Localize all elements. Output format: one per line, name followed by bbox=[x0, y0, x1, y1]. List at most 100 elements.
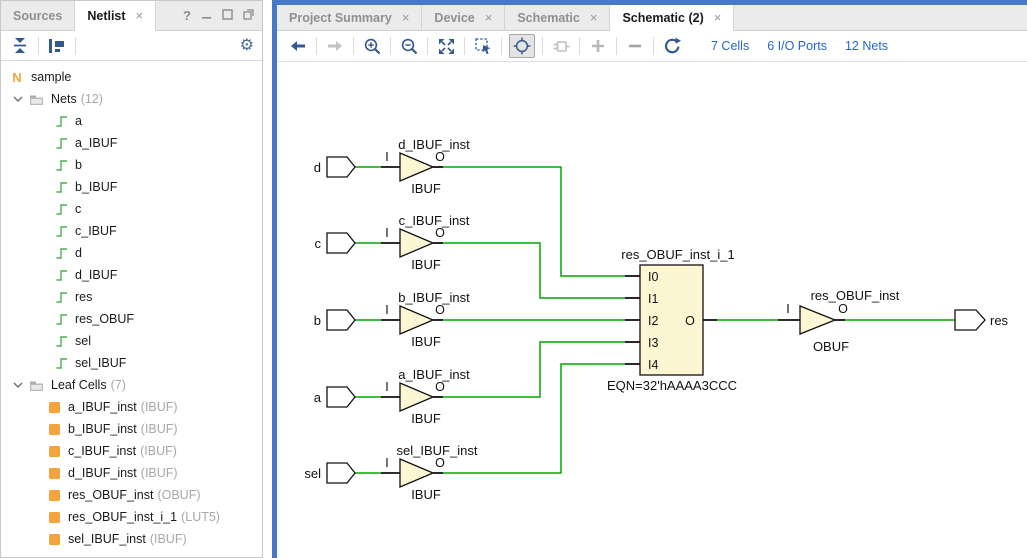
close-icon[interactable]: × bbox=[136, 8, 144, 23]
close-icon[interactable]: × bbox=[590, 10, 598, 25]
net-item[interactable]: b bbox=[1, 154, 262, 176]
cell-b-ibuf-inst[interactable] bbox=[400, 306, 433, 334]
editor-tabbar: Project Summary × Device × Schematic × S… bbox=[277, 5, 1027, 31]
port-d[interactable] bbox=[327, 157, 355, 177]
regenerate-button[interactable] bbox=[661, 35, 683, 57]
net-item[interactable]: res bbox=[1, 286, 262, 308]
left-tabbar: Sources Netlist × ? bbox=[1, 1, 262, 31]
zoom-fit-button[interactable] bbox=[435, 35, 457, 57]
cell-icon bbox=[49, 446, 60, 457]
net-item[interactable]: c_IBUF bbox=[1, 220, 262, 242]
net-icon bbox=[55, 180, 68, 194]
lut-pin-i3: I3 bbox=[648, 336, 658, 350]
port-label-d: d bbox=[314, 160, 321, 175]
net-item[interactable]: d bbox=[1, 242, 262, 264]
tab-sources[interactable]: Sources bbox=[1, 1, 75, 30]
maximize-icon[interactable] bbox=[222, 7, 233, 25]
expand-button[interactable] bbox=[587, 35, 609, 57]
tree-root-sample[interactable]: N sample bbox=[1, 66, 262, 88]
cell-a-ibuf-inst[interactable] bbox=[400, 383, 433, 411]
port-a[interactable] bbox=[327, 387, 355, 407]
schematic-toolbar: 7 Cells 6 I/O Ports 12 Nets bbox=[277, 31, 1027, 62]
net-item[interactable]: b_IBUF bbox=[1, 176, 262, 198]
autofit-selection-toggle[interactable] bbox=[509, 34, 535, 58]
net-a-ibuf[interactable] bbox=[443, 342, 625, 397]
minimize-icon[interactable] bbox=[201, 7, 212, 25]
tree-group-leaf-cells[interactable]: Leaf Cells (7) bbox=[1, 374, 262, 396]
net-item[interactable]: res_OBUF bbox=[1, 308, 262, 330]
zoom-selection-button[interactable] bbox=[472, 35, 494, 57]
net-item[interactable]: a bbox=[1, 110, 262, 132]
netlist-root-icon: N bbox=[9, 70, 25, 85]
cell-type-label: IBUF bbox=[411, 411, 441, 426]
schematic-canvas[interactable]: d d_IBUF_inst I O IBUF c c_IBUF_inst I O… bbox=[277, 62, 1026, 558]
io-ports-count-link[interactable]: 6 I/O Ports bbox=[767, 39, 827, 53]
leaf-cell-item[interactable]: b_IBUF_inst(IBUF) bbox=[1, 418, 262, 440]
tree-group-nets[interactable]: Nets (12) bbox=[1, 88, 262, 110]
net-item[interactable]: sel bbox=[1, 330, 262, 352]
schematic-svg: d d_IBUF_inst I O IBUF c c_IBUF_inst I O… bbox=[277, 62, 1026, 558]
close-icon[interactable]: × bbox=[402, 10, 410, 25]
net-icon bbox=[55, 114, 68, 128]
chevron-down-icon[interactable] bbox=[13, 381, 25, 389]
float-icon[interactable] bbox=[243, 7, 254, 25]
leaf-cell-item[interactable]: sel_IBUF_inst(IBUF) bbox=[1, 528, 262, 550]
net-item[interactable]: a_IBUF bbox=[1, 132, 262, 154]
tab-device[interactable]: Device × bbox=[422, 5, 505, 30]
tab-label: Schematic bbox=[517, 11, 580, 25]
cell-type: (LUT5) bbox=[181, 510, 220, 524]
net-item[interactable]: d_IBUF bbox=[1, 264, 262, 286]
cell-res-obuf-inst[interactable] bbox=[800, 306, 835, 334]
leaf-cell-item[interactable]: a_IBUF_inst(IBUF) bbox=[1, 396, 262, 418]
leaf-cells-group-label: Leaf Cells bbox=[51, 378, 107, 392]
tree-root-label: sample bbox=[31, 70, 71, 84]
tab-netlist[interactable]: Netlist × bbox=[75, 1, 156, 31]
leaf-cell-item[interactable]: d_IBUF_inst(IBUF) bbox=[1, 462, 262, 484]
tab-schematic-1[interactable]: Schematic × bbox=[505, 5, 610, 30]
tab-label: Project Summary bbox=[289, 11, 392, 25]
net-item[interactable]: sel_IBUF bbox=[1, 352, 262, 374]
cell-sel-ibuf-inst[interactable] bbox=[400, 459, 433, 487]
zoom-in-button[interactable] bbox=[361, 35, 383, 57]
port-b[interactable] bbox=[327, 310, 355, 330]
settings-gear-icon[interactable]: ⚙ bbox=[240, 38, 254, 54]
scroll-to-selected-button[interactable] bbox=[46, 35, 68, 57]
port-label-res: res bbox=[990, 313, 1009, 328]
lut-pin-i2: I2 bbox=[648, 314, 658, 328]
cell-type: (IBUF) bbox=[140, 444, 177, 458]
expand-cone-button[interactable] bbox=[550, 35, 572, 57]
net-icon bbox=[55, 158, 68, 172]
back-button[interactable] bbox=[287, 35, 309, 57]
chevron-down-icon[interactable] bbox=[13, 95, 25, 103]
net-item[interactable]: c bbox=[1, 198, 262, 220]
net-label: d_IBUF bbox=[75, 268, 117, 282]
collapse-all-button[interactable] bbox=[9, 35, 31, 57]
cell-c-ibuf-inst[interactable] bbox=[400, 229, 433, 257]
tab-project-summary[interactable]: Project Summary × bbox=[277, 5, 422, 30]
zoom-out-button[interactable] bbox=[398, 35, 420, 57]
cells-count-link[interactable]: 7 Cells bbox=[711, 39, 749, 53]
cell-d-ibuf-inst[interactable] bbox=[400, 153, 433, 181]
forward-button[interactable] bbox=[324, 35, 346, 57]
leaf-cell-item[interactable]: res_OBUF_inst(OBUF) bbox=[1, 484, 262, 506]
lut-pin-i1: I1 bbox=[648, 292, 658, 306]
collapse-button[interactable] bbox=[624, 35, 646, 57]
tab-schematic-2[interactable]: Schematic (2) × bbox=[610, 5, 734, 31]
port-res[interactable] bbox=[955, 310, 985, 330]
net-d-ibuf[interactable] bbox=[443, 167, 625, 276]
schematic-panel: Project Summary × Device × Schematic × S… bbox=[272, 0, 1027, 558]
pin-label-o: O bbox=[435, 303, 445, 317]
lut-pin-o: O bbox=[685, 314, 695, 328]
port-sel[interactable] bbox=[327, 463, 355, 483]
pin-label-o: O bbox=[435, 380, 445, 394]
net-label: c_IBUF bbox=[75, 224, 117, 238]
nets-count-link[interactable]: 12 Nets bbox=[845, 39, 888, 53]
leaf-cell-item[interactable]: c_IBUF_inst(IBUF) bbox=[1, 440, 262, 462]
close-icon[interactable]: × bbox=[714, 10, 722, 25]
port-c[interactable] bbox=[327, 233, 355, 253]
leaf-cell-item[interactable]: res_OBUF_inst_i_1(LUT5) bbox=[1, 506, 262, 528]
tab-sources-label: Sources bbox=[13, 9, 62, 23]
close-icon[interactable]: × bbox=[485, 10, 493, 25]
help-icon[interactable]: ? bbox=[183, 8, 191, 23]
net-c-ibuf[interactable] bbox=[443, 243, 625, 298]
